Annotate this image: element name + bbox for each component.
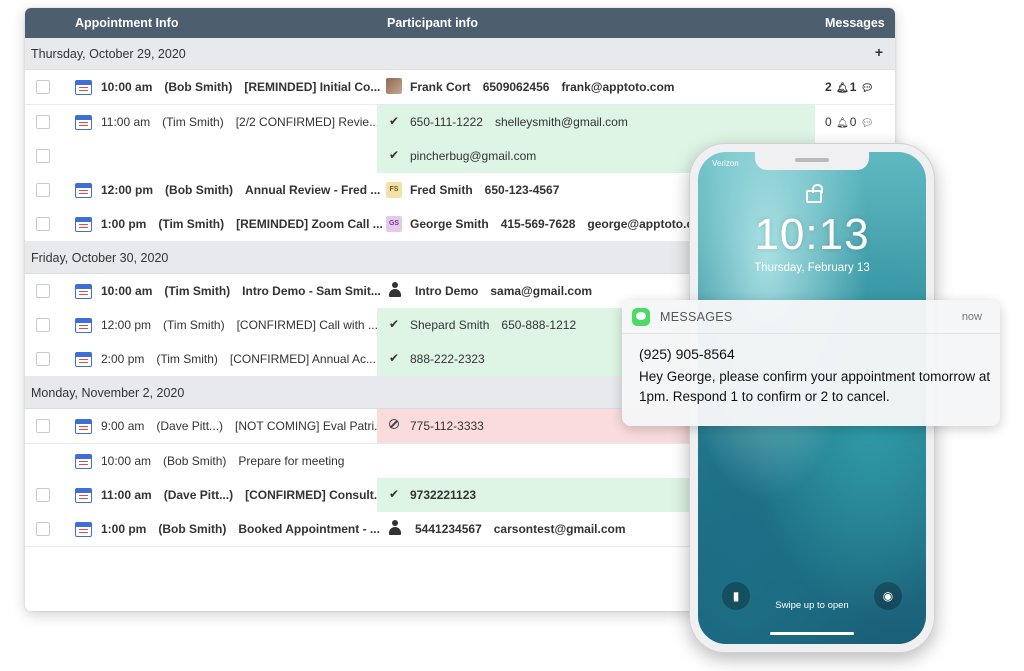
calendar-icon	[75, 217, 92, 232]
check-icon: ✔	[389, 487, 400, 501]
chat-icon: 💬︎	[860, 83, 874, 94]
person-icon	[389, 282, 401, 298]
row-checkbox[interactable]	[36, 149, 50, 163]
lock-screen-time: 10:13	[754, 210, 870, 259]
notification-header: MESSAGES now	[622, 300, 1000, 334]
table-row[interactable]: 10:00 am (Bob Smith) [REMINDED] Initial Co…	[25, 70, 895, 105]
appointment-info[interactable]: 1:00 pm (Bob Smith) Booked Appointment - .…	[101, 522, 392, 536]
initials-badge: GS	[386, 216, 402, 232]
row-checkbox[interactable]	[36, 115, 50, 129]
row-checkbox[interactable]	[36, 183, 50, 197]
appointment-info[interactable]: 11:00 am (Tim Smith) [2/2 CONFIRMED] Revie…	[101, 115, 391, 129]
appointment-info[interactable]: 10:00 am (Tim Smith) Intro Demo - Sam Smit…	[101, 284, 393, 298]
message-notification[interactable]: MESSAGES now (925) 905-8564 Hey George, …	[622, 300, 1000, 426]
column-header-participant[interactable]: Participant info	[387, 16, 478, 30]
notification-time: now	[961, 311, 982, 323]
row-checkbox[interactable]	[36, 217, 50, 231]
section-date: Thursday, October 29, 2020	[31, 47, 186, 61]
check-icon: ✔	[389, 317, 400, 331]
bell-icon: 🔔︎	[836, 118, 849, 129]
row-checkbox[interactable]	[36, 419, 50, 433]
bell-icon: 🔔︎	[836, 83, 849, 94]
appointment-info[interactable]: 10:00 am (Bob Smith) Prepare for meeting	[101, 454, 356, 468]
phone-notch	[755, 152, 869, 170]
calendar-icon	[75, 419, 92, 434]
appointment-info[interactable]: 12:00 pm (Bob Smith) Annual Review - Fred …	[101, 183, 392, 197]
calendar-icon	[75, 454, 92, 469]
appointment-info[interactable]: 1:00 pm (Tim Smith) [REMINDED] Zoom Call .…	[101, 217, 395, 231]
message-counts[interactable]: 0 🔔︎0 💬︎	[825, 115, 874, 129]
table-row[interactable]: 11:00 am (Tim Smith) [2/2 CONFIRMED] Revie…	[25, 105, 895, 140]
section-date: Friday, October 30, 2020	[31, 251, 169, 265]
notification-body: Hey George, please confirm your appointm…	[639, 369, 991, 404]
home-indicator[interactable]	[770, 632, 854, 635]
table-header: Appointment Info Participant info Messag…	[25, 8, 895, 38]
column-header-messages[interactable]: Messages	[825, 16, 885, 30]
cancel-icon	[389, 419, 399, 429]
initials-badge: FS	[386, 182, 402, 198]
appointment-info[interactable]: 10:00 am (Bob Smith) [REMINDED] Initial Co…	[101, 80, 392, 94]
calendar-icon	[75, 522, 92, 537]
appointment-info[interactable]: 11:00 am (Dave Pitt...) [CONFIRMED] Consul…	[101, 488, 396, 502]
message-counts[interactable]: 2 🔔︎1 💬︎	[825, 80, 874, 94]
row-checkbox[interactable]	[36, 522, 50, 536]
calendar-icon	[75, 115, 92, 130]
unlock-icon	[806, 184, 823, 203]
row-checkbox[interactable]	[36, 352, 50, 366]
carrier-label: Verizon	[712, 159, 739, 168]
participant-info[interactable]: ✔ 650-111-1222 shelleysmith@gmail.com	[377, 105, 815, 139]
check-icon: ✔	[389, 114, 400, 128]
lock-screen-date: Thursday, February 13	[754, 262, 870, 274]
chat-icon: 💬︎	[860, 118, 874, 129]
row-checkbox[interactable]	[36, 80, 50, 94]
date-section-header: Thursday, October 29, 2020 +	[25, 38, 895, 70]
appointment-info[interactable]: 12:00 pm (Tim Smith) [CONFIRMED] Call with…	[101, 318, 390, 332]
appointment-info[interactable]: 2:00 pm (Tim Smith) [CONFIRMED] Annual Ac.…	[101, 352, 388, 366]
calendar-icon	[75, 352, 92, 367]
participant-info[interactable]: Frank Cort 6509062456 frank@apptoto.com	[377, 70, 815, 104]
row-checkbox[interactable]	[36, 318, 50, 332]
calendar-icon	[75, 183, 92, 198]
row-checkbox[interactable]	[36, 284, 50, 298]
notification-sender: (925) 905-8564	[639, 346, 735, 362]
swipe-hint: Swipe up to open	[775, 600, 849, 611]
check-icon: ✔	[389, 148, 400, 162]
row-checkbox[interactable]	[36, 488, 50, 502]
calendar-icon	[75, 488, 92, 503]
appointment-info[interactable]: 9:00 am (Dave Pitt...) [NOT COMING] Eval P…	[101, 419, 396, 433]
messages-app-icon	[632, 308, 650, 326]
calendar-icon	[75, 284, 92, 299]
person-icon	[389, 520, 401, 536]
check-icon: ✔	[389, 351, 400, 365]
add-icon[interactable]: +	[875, 44, 883, 60]
calendar-icon	[75, 80, 92, 95]
calendar-icon	[75, 318, 92, 333]
avatar	[386, 78, 402, 94]
notification-app-name: MESSAGES	[660, 310, 733, 324]
section-date: Monday, November 2, 2020	[31, 386, 185, 400]
column-header-appointment[interactable]: Appointment Info	[75, 16, 178, 30]
